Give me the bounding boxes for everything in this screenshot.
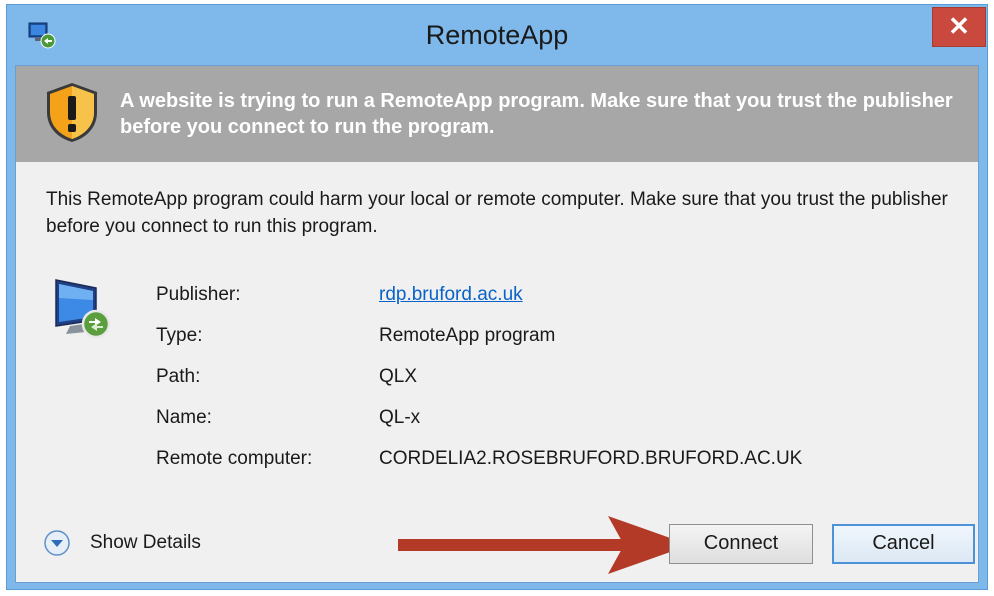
detail-row-name: Name: QL-x (156, 405, 956, 446)
chevron-down-icon (44, 530, 70, 556)
window-title: RemoteApp (425, 20, 569, 50)
publisher-link[interactable]: rdp.bruford.ac.uk (379, 282, 523, 308)
path-label: Path: (156, 366, 201, 387)
banner-message: A website is trying to run a RemoteApp p… (120, 90, 953, 138)
name-value: QL-x (379, 407, 421, 428)
connect-button[interactable]: Connect (669, 524, 813, 564)
type-label: Type: (156, 325, 203, 346)
detail-row-remote-computer: Remote computer: CORDELIA2.ROSEBRUFORD.B… (156, 446, 956, 487)
remote-computer-value: CORDELIA2.ROSEBRUFORD.BRUFORD.AC.UK (379, 448, 803, 469)
path-value: QLX (379, 366, 418, 387)
warning-shield-icon (47, 83, 97, 142)
warning-banner: A website is trying to run a RemoteApp p… (16, 66, 978, 162)
name-label: Name: (156, 407, 212, 428)
detail-row-type: Type: RemoteApp program (156, 323, 956, 364)
cancel-button[interactable]: Cancel (832, 524, 975, 564)
title-bar[interactable]: RemoteApp ✕ (7, 5, 987, 65)
dialog-body: A website is trying to run a RemoteApp p… (15, 65, 979, 583)
program-details: Publisher: rdp.bruford.ac.uk Type: Remot… (156, 282, 956, 487)
close-button[interactable]: ✕ (932, 7, 986, 47)
type-value: RemoteApp program (379, 325, 556, 346)
publisher-label: Publisher: (156, 284, 241, 305)
remote-computer-label: Remote computer: (156, 448, 313, 469)
show-details-label: Show Details (90, 532, 201, 553)
detail-row-path: Path: QLX (156, 364, 956, 405)
remote-computer-icon (55, 279, 111, 339)
warning-message: This RemoteApp program could harm your l… (46, 189, 948, 237)
annotation-arrow-icon (398, 516, 690, 574)
remoteapp-dialog: RemoteApp ✕ A website is trying to run a… (6, 4, 988, 590)
detail-row-publisher: Publisher: rdp.bruford.ac.uk (156, 282, 956, 323)
